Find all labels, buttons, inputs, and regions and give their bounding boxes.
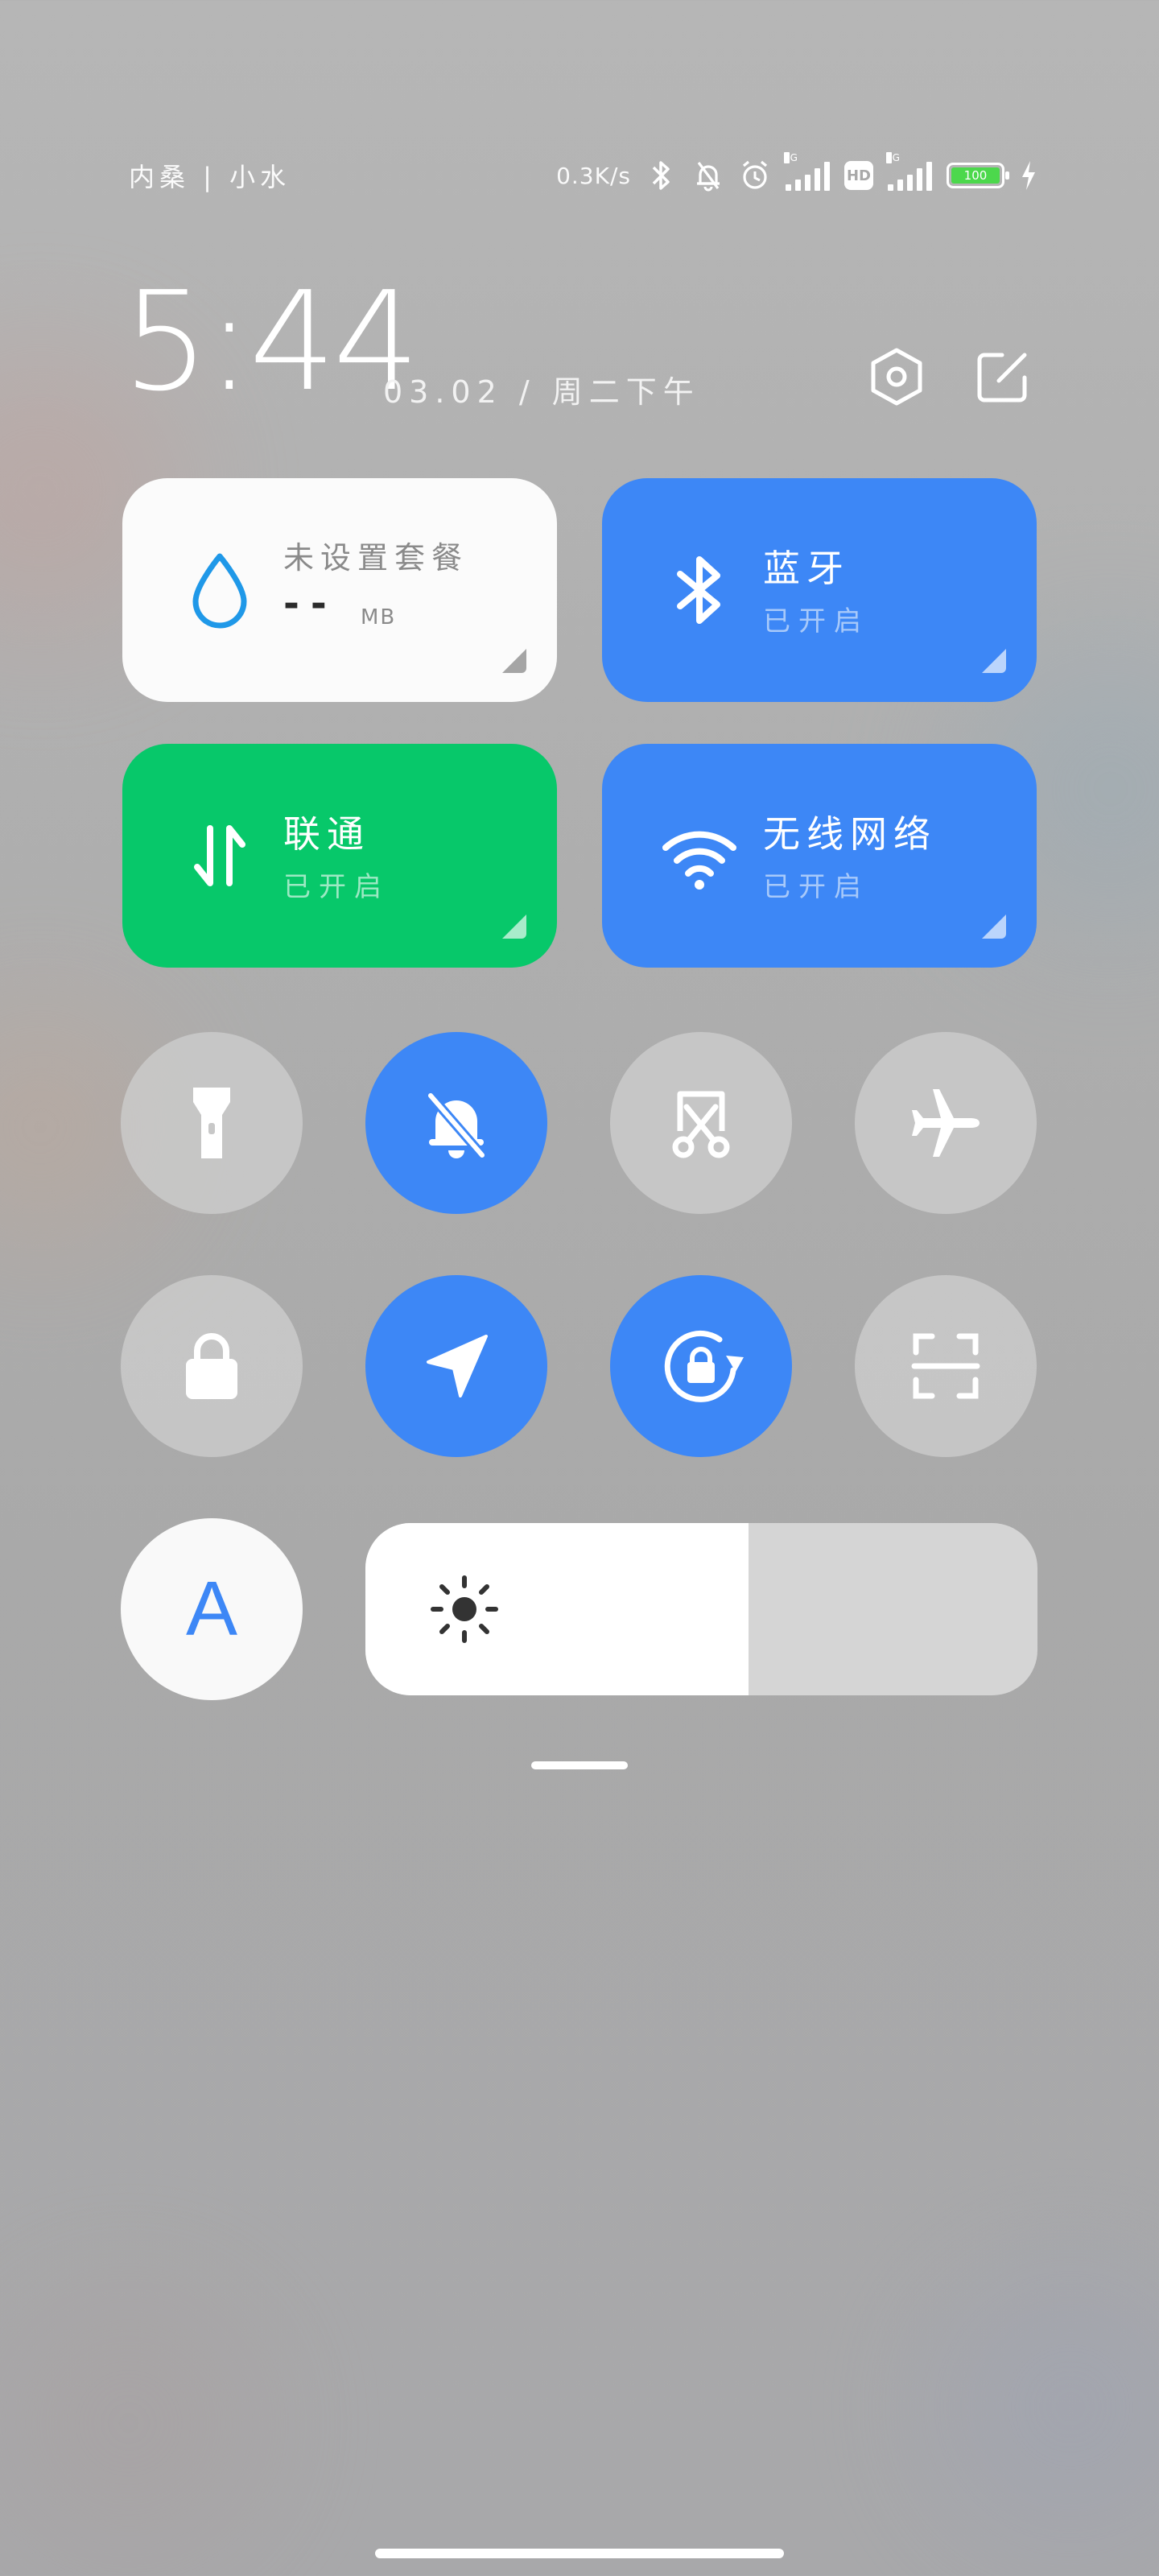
- clock-date: 03.02 / 周二下午: [383, 374, 700, 410]
- tile-expand-corner[interactable]: [502, 649, 526, 673]
- carrier-label: 内桑 | 小水: [129, 162, 291, 192]
- screenshot-toggle[interactable]: [610, 1032, 792, 1214]
- status-icons: 0.3K/s 5G HD 4G 100: [556, 152, 1038, 193]
- sun-icon: [431, 1575, 498, 1643]
- data-plan-tile[interactable]: 未设置套餐 -- MB: [122, 478, 557, 702]
- brightness-slider[interactable]: [365, 1523, 1037, 1695]
- alarm-icon: [742, 160, 768, 189]
- mute-toggle[interactable]: [365, 1032, 547, 1214]
- bluetooth-status: 已开启: [763, 605, 869, 638]
- auto-brightness-icon: A: [185, 1566, 238, 1652]
- screenshot-scissors-icon: [672, 1091, 730, 1158]
- panel-drag-handle[interactable]: [531, 1761, 628, 1769]
- scan-toggle[interactable]: [855, 1275, 1037, 1457]
- flashlight-icon: [193, 1088, 230, 1158]
- hexagon-settings-icon: [871, 348, 922, 406]
- tile-expand-corner[interactable]: [982, 914, 1006, 939]
- data-plan-value: --: [283, 581, 338, 626]
- mobile-data-title: 联通: [283, 812, 370, 856]
- status-bar: 内桑 | 小水 0.3K/s 5G HD 4G 100: [129, 152, 1038, 198]
- lock-screen-toggle[interactable]: [121, 1275, 303, 1457]
- wifi-icon: [655, 811, 744, 900]
- tile-expand-corner[interactable]: [502, 914, 526, 939]
- charging-icon: [1022, 161, 1035, 190]
- bluetooth-title: 蓝牙: [763, 547, 850, 590]
- wifi-tile[interactable]: 无线网络 已开启: [602, 744, 1037, 968]
- mobile-data-tile[interactable]: 联通 已开启: [122, 744, 557, 968]
- edit-icon: [977, 353, 1027, 402]
- battery-level: 100: [951, 167, 1000, 184]
- bluetooth-icon: [652, 161, 670, 190]
- tile-expand-corner[interactable]: [982, 649, 1006, 673]
- mobile-data-status: 已开启: [283, 871, 390, 903]
- network-speed: 0.3K/s: [556, 162, 631, 189]
- data-plan-unit: MB: [361, 605, 397, 630]
- clock-time: 5:44: [122, 262, 420, 422]
- data-transfer-icon: [175, 811, 264, 900]
- bluetooth-tile[interactable]: 蓝牙 已开启: [602, 478, 1037, 702]
- lock-icon: [186, 1333, 237, 1399]
- airplane-icon: [912, 1089, 980, 1157]
- bluetooth-icon: [655, 546, 744, 634]
- airplane-toggle[interactable]: [855, 1032, 1037, 1214]
- hd-icon: HD: [844, 161, 873, 190]
- scan-icon: [911, 1333, 980, 1399]
- flashlight-toggle[interactable]: [121, 1032, 303, 1214]
- rotation-lock-icon: [664, 1330, 744, 1402]
- signal-5g-icon: 5G: [784, 152, 830, 191]
- bell-off-icon: [427, 1092, 486, 1158]
- signal-4g-icon: 4G: [886, 152, 932, 191]
- location-arrow-icon: [427, 1335, 488, 1397]
- auto-brightness-toggle[interactable]: A: [121, 1518, 303, 1700]
- location-toggle[interactable]: [365, 1275, 547, 1457]
- data-plan-title: 未设置套餐: [283, 540, 469, 576]
- battery-icon: 100: [947, 163, 1009, 188]
- wifi-status: 已开启: [763, 871, 869, 903]
- brightness-fill: [365, 1523, 749, 1695]
- home-indicator[interactable]: [375, 2549, 784, 2558]
- settings-button[interactable]: [860, 340, 934, 414]
- rotation-lock-toggle[interactable]: [610, 1275, 792, 1457]
- water-drop-icon: [175, 546, 264, 634]
- wifi-title: 无线网络: [763, 812, 937, 856]
- edit-button[interactable]: [966, 340, 1040, 414]
- mute-icon: [697, 162, 720, 192]
